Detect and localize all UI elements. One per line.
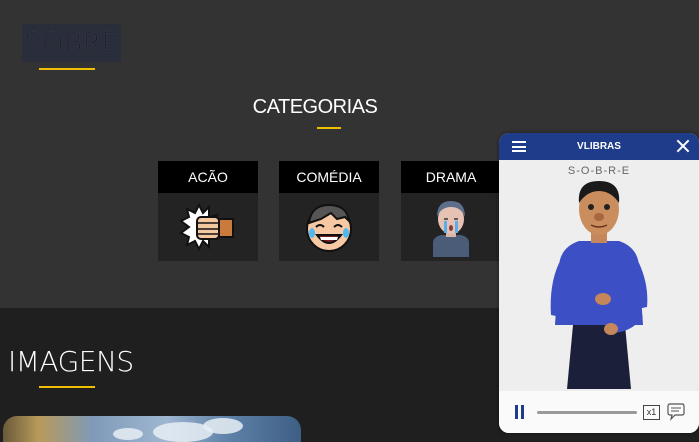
about-title: SOBRE bbox=[22, 24, 122, 62]
sign-language-avatar bbox=[550, 181, 648, 389]
images-title-underline bbox=[39, 386, 95, 388]
pause-icon[interactable] bbox=[514, 405, 526, 419]
category-card-comedy[interactable]: COMÉDIA bbox=[279, 161, 379, 261]
progress-slider[interactable] bbox=[537, 411, 637, 414]
speed-button[interactable]: x1 bbox=[643, 405, 660, 420]
categories-title-underline bbox=[317, 127, 341, 129]
vlibras-title: VLIBRAS bbox=[577, 141, 621, 152]
subtitles-bubble-icon[interactable] bbox=[666, 403, 686, 421]
categories-title: CATEGORIAS bbox=[252, 96, 378, 118]
category-label: COMÉDIA bbox=[279, 161, 379, 193]
images-title: IMAGENS bbox=[8, 345, 134, 378]
punch-fist-icon bbox=[158, 193, 258, 261]
vlibras-header: VLIBRAS bbox=[499, 133, 699, 160]
gallery-image[interactable] bbox=[3, 416, 301, 442]
vlibras-controls: x1 bbox=[499, 391, 699, 433]
category-label: ACÃO bbox=[158, 161, 258, 193]
category-card-action[interactable]: ACÃO bbox=[158, 161, 258, 261]
about-title-underline bbox=[39, 68, 95, 70]
category-label: DRAMA bbox=[401, 161, 501, 193]
laughing-face-icon bbox=[279, 193, 379, 261]
vlibras-widget: VLIBRAS S-O-B-R-E x1 bbox=[499, 133, 699, 433]
category-card-drama[interactable]: DRAMA bbox=[401, 161, 501, 261]
close-icon[interactable] bbox=[675, 138, 691, 154]
crying-person-icon bbox=[401, 193, 501, 261]
